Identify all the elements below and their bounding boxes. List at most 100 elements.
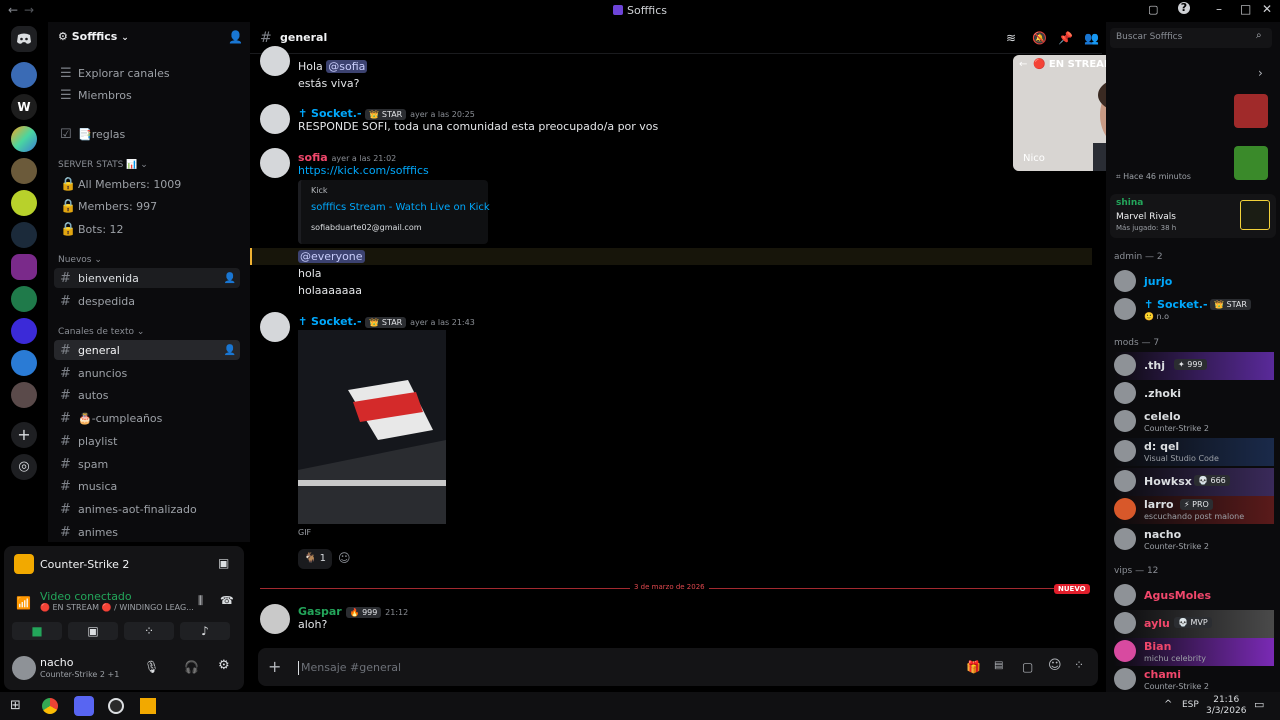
discord-home-icon[interactable] — [11, 26, 37, 52]
discord-taskbar-icon[interactable] — [74, 696, 94, 716]
reaction-button[interactable]: 🐐 1 — [298, 549, 332, 569]
gift-icon[interactable]: 🎁 — [966, 660, 981, 674]
member-item[interactable]: d: qel Visual Studio Code — [1114, 438, 1274, 466]
avatar[interactable] — [260, 104, 290, 134]
settings-gear-icon[interactable]: ⚙ — [218, 658, 230, 673]
server-icon[interactable] — [11, 382, 37, 408]
invite-icon[interactable]: 👤 — [224, 345, 236, 356]
gif-picker-icon[interactable]: ▤ — [994, 660, 1003, 671]
apps-icon[interactable]: ⁘ — [1074, 658, 1084, 672]
member-item[interactable]: .thj ✦ 999 — [1114, 352, 1274, 380]
server-icon-active[interactable] — [11, 254, 37, 280]
minimize-icon[interactable]: – — [1216, 2, 1222, 16]
member-item[interactable]: chami Counter-Strike 2 — [1114, 666, 1274, 694]
message-author[interactable]: ✝ Socket.- — [298, 107, 362, 120]
member-item[interactable]: ✝ Socket.- 👑 STAR 🙂 n.o — [1114, 296, 1274, 324]
channel-bienvenida[interactable]: # bienvenida 👤 — [54, 268, 240, 288]
server-icon[interactable]: W — [11, 94, 37, 120]
invite-icon[interactable]: 👤 — [228, 30, 243, 44]
channel-item[interactable]: # spam — [54, 454, 240, 474]
inbox-icon[interactable]: ▢ — [1148, 3, 1158, 16]
server-icon[interactable] — [11, 222, 37, 248]
stat-channel[interactable]: 🔒 Members: 997 — [54, 196, 240, 216]
mention-everyone[interactable]: @everyone — [298, 250, 365, 263]
channel-reglas[interactable]: ☑ 📑reglas — [54, 124, 240, 144]
noise-suppression-icon[interactable]: ⫼ — [198, 594, 203, 608]
invite-icon[interactable]: 👤 — [224, 273, 236, 284]
embed-title[interactable]: sofffics Stream - Watch Live on Kick — [311, 202, 490, 213]
search-icon[interactable]: ⌕ — [1256, 30, 1262, 41]
channel-item[interactable]: # playlist — [54, 431, 240, 451]
server-icon[interactable] — [11, 190, 37, 216]
server-name-header[interactable]: ⚙ Sofffics ⌄ — [58, 30, 129, 43]
add-server-icon[interactable]: + — [11, 422, 37, 448]
stat-channel[interactable]: 🔒 Bots: 12 — [54, 219, 240, 239]
sidebar-item-browse[interactable]: ☰ Explorar canales — [54, 63, 240, 83]
member-item[interactable]: Howksx 💀 666 — [1114, 468, 1274, 496]
disconnect-icon[interactable]: ☎ — [220, 594, 234, 607]
member-list-icon[interactable]: 👥 — [1084, 31, 1099, 45]
sidebar-item-members[interactable]: ☰ Miembros — [54, 85, 240, 105]
back-arrow-icon[interactable]: ← — [1019, 59, 1027, 70]
avatar[interactable] — [260, 148, 290, 178]
screen-share-button[interactable]: ▣ — [68, 622, 118, 640]
channel-despedida[interactable]: # despedida — [54, 291, 240, 311]
obs-icon[interactable] — [108, 698, 124, 714]
channel-item[interactable]: # autos — [54, 385, 240, 405]
avatar[interactable] — [260, 604, 290, 634]
notifications-icon[interactable]: ▭ — [1254, 698, 1264, 711]
emoji-icon[interactable]: ☺ — [1048, 658, 1062, 673]
help-icon[interactable]: ? — [1178, 2, 1190, 14]
channel-item[interactable]: # anuncios — [54, 363, 240, 383]
voice-status[interactable]: Video conectado — [40, 590, 132, 603]
member-item[interactable]: larro ⚡ PRO escuchando post malone — [1114, 496, 1274, 524]
discover-icon[interactable]: ◎ — [11, 454, 37, 480]
member-item[interactable]: .zhoki — [1114, 380, 1274, 408]
camera-button[interactable]: ■ — [12, 622, 62, 640]
attach-plus-icon[interactable]: + — [268, 657, 281, 676]
channel-item[interactable]: # 🎂-cumpleaños — [54, 408, 240, 428]
user-avatar[interactable] — [12, 656, 36, 680]
headphones-icon[interactable]: 🎧 — [184, 660, 199, 674]
member-item[interactable]: Bian michu celebrity — [1114, 638, 1274, 666]
avatar[interactable] — [260, 312, 290, 342]
user-name[interactable]: nacho — [40, 656, 73, 669]
channel-general-active[interactable]: # general 👤 — [54, 340, 240, 360]
category-server-stats[interactable]: SERVER STATS 📊 ⌄ — [58, 160, 148, 170]
language-indicator[interactable]: ESP — [1182, 700, 1199, 710]
close-icon[interactable]: ✕ — [1262, 2, 1272, 16]
message-author[interactable]: ✝ Socket.- — [298, 315, 362, 328]
server-icon[interactable] — [11, 286, 37, 312]
tray-chevron-icon[interactable]: ^ — [1164, 699, 1172, 710]
mention[interactable]: @sofia — [326, 60, 368, 73]
channel-item[interactable]: # musica — [54, 476, 240, 496]
member-item[interactable]: AgusMoles — [1114, 582, 1274, 610]
microphone-icon[interactable]: 🎙 — [144, 660, 159, 674]
search-input[interactable]: Buscar Sofffics — [1116, 32, 1182, 42]
member-activity-card[interactable]: shina Marvel Rivals Más jugado: 38 h — [1110, 194, 1276, 238]
stat-channel[interactable]: 🔒 All Members: 1009 — [54, 174, 240, 194]
channel-item[interactable]: # animes-aot-finalizado — [54, 499, 240, 519]
windows-start-icon[interactable]: ⊞ — [10, 698, 21, 713]
member-item[interactable]: celelo Counter-Strike 2 — [1114, 408, 1274, 436]
server-icon[interactable] — [11, 318, 37, 344]
activity-icon[interactable]: ▣ — [218, 556, 229, 570]
message-link[interactable]: https://kick.com/sofffics — [298, 164, 429, 177]
category-texto[interactable]: Canales de texto ⌄ — [58, 327, 144, 337]
activities-button[interactable]: ⁘ — [124, 622, 174, 640]
pin-icon[interactable]: 📌 — [1058, 31, 1073, 45]
server-icon[interactable] — [11, 350, 37, 376]
notification-bell-icon[interactable]: 🔕 — [1032, 31, 1047, 45]
sticker-icon[interactable]: ▢ — [1022, 660, 1033, 674]
add-reaction-icon[interactable]: ☺ — [338, 551, 351, 565]
server-icon[interactable] — [11, 62, 37, 88]
soundboard-button[interactable]: ♪ — [180, 622, 230, 640]
category-nuevos[interactable]: Nuevos ⌄ — [58, 255, 102, 265]
message-input[interactable]: Mensaje #general — [298, 661, 898, 675]
maximize-icon[interactable]: □ — [1240, 2, 1251, 16]
member-item[interactable]: nacho Counter-Strike 2 — [1114, 526, 1274, 554]
clock[interactable]: 21:16 3/3/2026 — [1206, 695, 1246, 717]
server-icon[interactable] — [11, 126, 37, 152]
message-author[interactable]: Gaspar — [298, 605, 342, 618]
avatar[interactable] — [260, 46, 290, 76]
